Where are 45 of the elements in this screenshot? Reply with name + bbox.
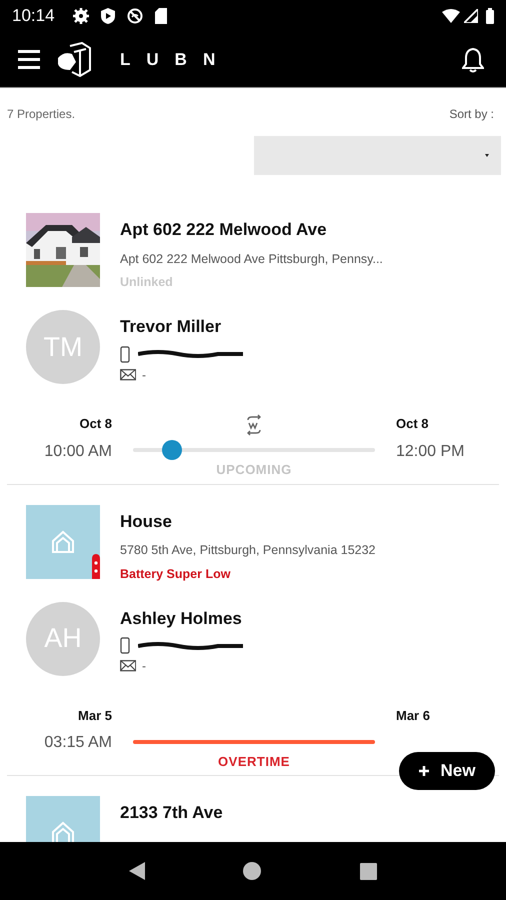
- back-icon[interactable]: [129, 862, 146, 880]
- start-date: Mar 5: [78, 706, 112, 724]
- home-icon[interactable]: [243, 862, 262, 880]
- end-time: 12:00 PM: [396, 442, 464, 462]
- gear-icon: [72, 8, 89, 24]
- wifi-icon: [442, 9, 460, 23]
- property-title[interactable]: 2133 7th Ave: [120, 800, 223, 826]
- status-time: 10:14: [12, 5, 55, 28]
- end-date: Mar 6: [396, 706, 430, 724]
- property-address: Apt 602 222 Melwood Ave Pittsburgh, Pennsy...: [120, 250, 383, 268]
- house-icon: [51, 530, 75, 554]
- new-button[interactable]: New: [399, 752, 495, 790]
- dropdown-arrow-icon: [485, 154, 489, 157]
- recents-icon[interactable]: [360, 862, 377, 880]
- tenant-email: -: [142, 366, 146, 384]
- house-icon: [51, 821, 75, 842]
- property-status: Battery Super Low: [120, 566, 232, 583]
- plus-icon: [418, 766, 429, 776]
- mail-icon: [120, 368, 136, 380]
- bell-icon[interactable]: [462, 46, 484, 72]
- booking-status: OVERTIME: [218, 752, 290, 770]
- end-date: Oct 8: [396, 415, 429, 433]
- logo-icon: [56, 42, 92, 78]
- tenant-email: -: [142, 658, 146, 675]
- mail-icon: [120, 660, 136, 672]
- signal-icon: [464, 9, 478, 23]
- start-time: 03:15 AM: [44, 733, 112, 753]
- sd-card-icon: [154, 8, 167, 24]
- sort-label: Sort by :: [449, 106, 494, 123]
- phone-icon: [120, 346, 130, 362]
- property-count: 7 Properties.: [7, 106, 76, 123]
- menu-icon[interactable]: [18, 50, 40, 69]
- brand-name: LUBN: [120, 48, 232, 71]
- property-title[interactable]: Apt 602 222 Melwood Ave: [120, 217, 383, 242]
- battery-icon: [486, 8, 494, 24]
- blocked-icon: [126, 8, 143, 24]
- start-time: 10:00 AM: [44, 442, 112, 462]
- start-date: Oct 8: [79, 415, 112, 433]
- tenant-name: Ashley Holmes: [120, 608, 243, 630]
- property-title[interactable]: House: [120, 508, 376, 534]
- tenant-name: Trevor Miller: [120, 316, 222, 338]
- property-address: 5780 5th Ave, Pittsburgh, Pennsylvania 15232: [120, 542, 376, 559]
- booking-status: UPCOMING: [216, 461, 292, 479]
- shield-icon: [100, 8, 115, 24]
- phone-icon: [120, 637, 130, 654]
